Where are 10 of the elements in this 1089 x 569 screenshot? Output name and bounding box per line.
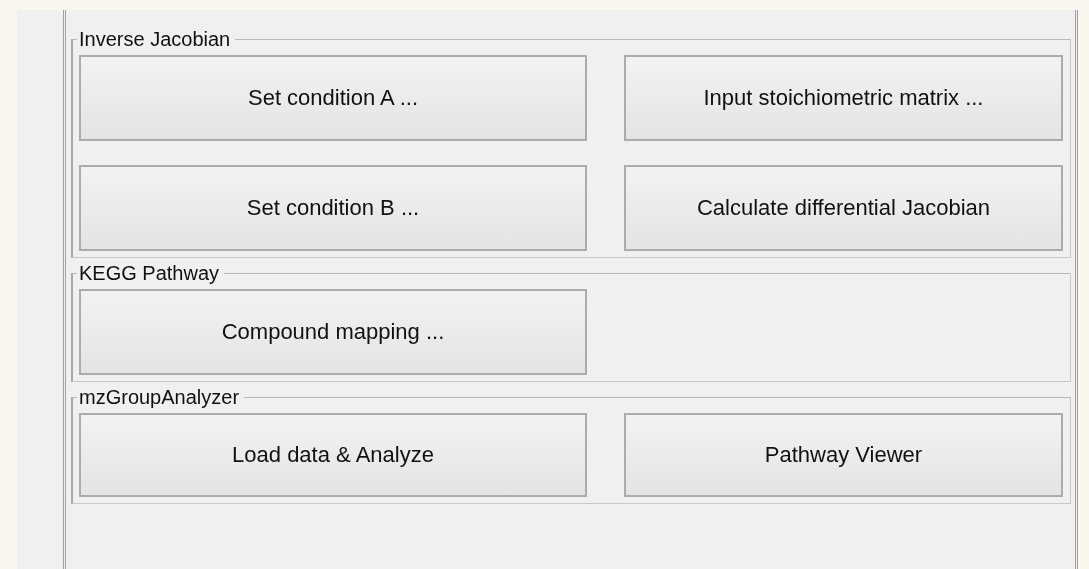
action-button[interactable]: Input stoichiometric matrix ... (624, 55, 1063, 141)
group-title: KEGG Pathway (78, 262, 221, 285)
action-button[interactable]: Calculate differential Jacobian (624, 165, 1063, 251)
group-title: mzGroupAnalyzer (78, 386, 241, 409)
action-button[interactable]: Compound mapping ... (79, 289, 587, 375)
group-title: Inverse Jacobian (78, 28, 232, 51)
action-button[interactable]: Pathway Viewer (624, 413, 1063, 497)
action-button[interactable]: Set condition B ... (79, 165, 587, 251)
action-button[interactable]: Load data & Analyze (79, 413, 587, 497)
action-button[interactable]: Set condition A ... (79, 55, 587, 141)
